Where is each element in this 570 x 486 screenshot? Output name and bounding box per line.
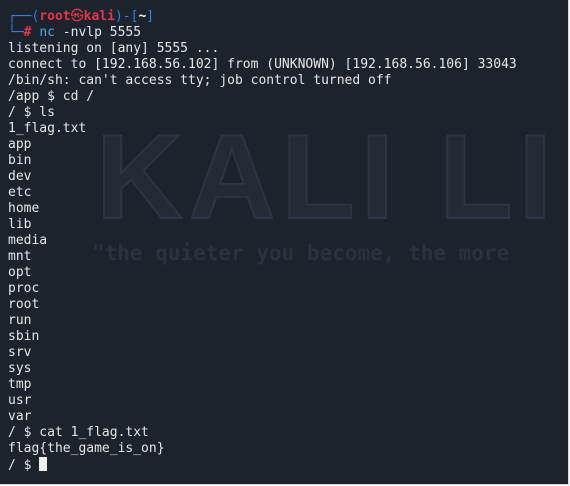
output-line: connect to [192.168.56.102] from (UNKNOW…: [8, 57, 517, 72]
output-line: root: [8, 297, 40, 312]
prompt-user: root: [39, 9, 71, 24]
output-line: 1_flag.txt: [8, 121, 87, 136]
output-line: home: [8, 201, 40, 216]
terminal-window[interactable]: KALI LI "the quieter you become, the mor…: [0, 0, 569, 485]
prompt-box-bottom: └─: [8, 25, 24, 40]
output-line: media: [8, 233, 48, 248]
output-line: bin: [8, 153, 32, 168]
command-name: nc: [39, 25, 55, 40]
text-cursor[interactable]: [39, 457, 48, 471]
flag-output-line: flag{the_game_is_on}: [8, 441, 165, 456]
output-line: srv: [8, 345, 32, 360]
prompt-hash: #: [23, 25, 32, 40]
output-line: etc: [8, 185, 32, 200]
prompt-command-line: └─# nc -nvlp 5555: [8, 25, 568, 41]
output-line: run: [8, 313, 32, 328]
output-line: var: [8, 409, 32, 424]
output-line: tmp: [8, 377, 32, 392]
output-line: lib: [8, 217, 32, 232]
output-line: dev: [8, 169, 32, 184]
command-args: -nvlp 5555: [54, 25, 142, 40]
output-line: sbin: [8, 329, 40, 344]
prompt-bracket-close: ]: [146, 9, 155, 24]
output-line: usr: [8, 393, 32, 408]
output-line: opt: [8, 265, 32, 280]
prompt-header-line: ┌──(root㉿kali)-[~]: [8, 9, 568, 25]
output-line: mnt: [8, 249, 32, 264]
output-line: listening on [any] 5555 ...: [8, 41, 220, 56]
shell-prompt: / $: [8, 458, 40, 473]
output-line: / $ ls: [8, 105, 55, 120]
active-prompt-line[interactable]: / $: [8, 457, 568, 473]
prompt-host: kali: [83, 9, 115, 24]
output-line: sys: [8, 361, 32, 376]
output-line: proc: [8, 281, 40, 296]
output-line: app: [8, 137, 32, 152]
prompt-at-symbol: ㉿: [70, 9, 84, 24]
output-line: /bin/sh: can't access tty; job control t…: [8, 73, 392, 88]
output-line: / $ cat 1_flag.txt: [8, 425, 149, 440]
prompt-box-top: ┌──: [8, 9, 32, 24]
prompt-paren-close: )-[: [114, 9, 139, 24]
output-line: /app $ cd /: [8, 89, 95, 104]
